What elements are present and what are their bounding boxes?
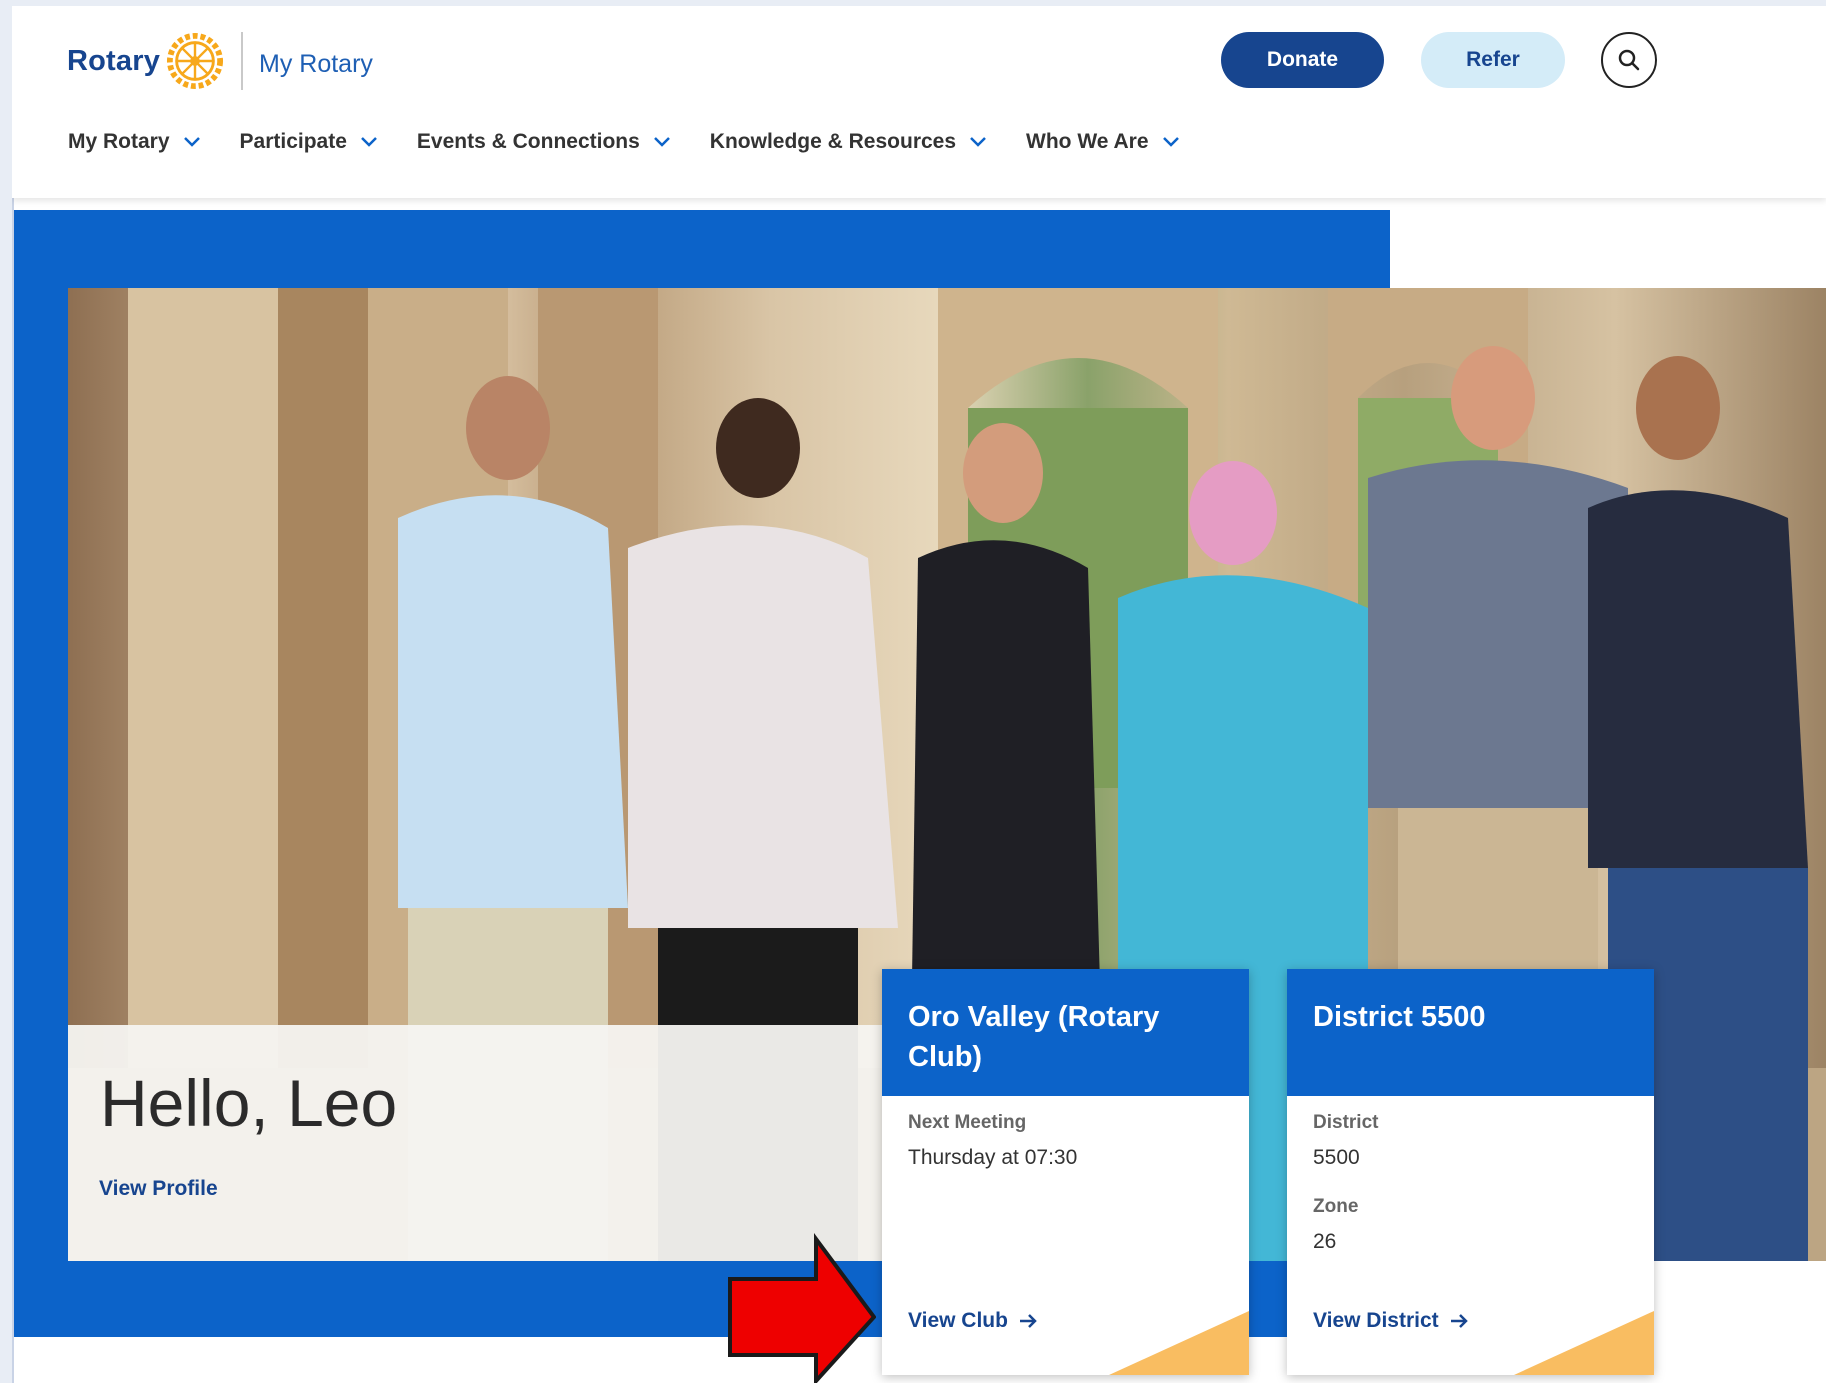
club-card-title: Oro Valley (Rotary Club) [882,969,1249,1096]
nav-item-my-rotary[interactable]: My Rotary [68,130,202,154]
search-button[interactable] [1601,32,1657,88]
logo-text: Rotary [67,44,161,77]
chevron-down-icon [361,137,377,147]
nav-item-events-connections[interactable]: Events & Connections [417,130,672,154]
arrow-right-icon [1450,1314,1468,1328]
annotation-arrow-icon [728,1233,876,1383]
card-corner-accent [1514,1311,1654,1375]
greeting-card: Hello, Leo View Profile [68,1025,904,1261]
view-club-link[interactable]: View Club [908,1309,1038,1333]
view-district-label: View District [1313,1309,1439,1332]
main-nav: My Rotary Participate Events & Connectio… [68,130,1219,154]
arrow-right-icon [1019,1314,1037,1328]
nav-label: My Rotary [68,130,170,153]
next-meeting-value: Thursday at 07:30 [908,1146,1078,1169]
zone-value: 26 [1313,1230,1337,1253]
greeting-heading: Hello, Leo [100,1066,398,1140]
rotary-logo[interactable]: Rotary [67,32,224,90]
district-value: 5500 [1313,1146,1360,1169]
card-corner-accent [1109,1311,1249,1375]
club-card: Oro Valley (Rotary Club) Next Meeting Th… [882,969,1249,1375]
chevron-down-icon [183,137,200,147]
site-header: Rotary My Rotary Donate Refer My Rotary … [12,6,1826,198]
nav-label: Who We Are [1026,130,1149,153]
nav-item-participate[interactable]: Participate [240,130,379,154]
site-name[interactable]: My Rotary [259,50,373,79]
district-card: District 5500 District 5500 Zone 26 View… [1287,969,1654,1375]
nav-label: Events & Connections [416,130,640,153]
nav-item-knowledge-resources[interactable]: Knowledge & Resources [710,130,988,154]
refer-button[interactable]: Refer [1421,32,1565,88]
view-district-link[interactable]: View District [1313,1309,1469,1333]
chevron-down-icon [653,137,670,147]
district-label: District [1313,1112,1379,1133]
nav-item-who-we-are[interactable]: Who We Are [1026,130,1181,154]
chevron-down-icon [1162,137,1179,147]
view-profile-link[interactable]: View Profile [99,1177,218,1201]
next-meeting-label: Next Meeting [908,1112,1027,1133]
donate-button[interactable]: Donate [1221,32,1384,88]
nav-label: Participate [239,130,347,153]
logo-divider [241,32,243,90]
nav-label: Knowledge & Resources [709,130,957,153]
search-icon [1618,49,1640,71]
view-club-label: View Club [908,1309,1008,1332]
zone-label: Zone [1313,1196,1359,1217]
rotary-wheel-icon [167,32,224,90]
chevron-down-icon [970,137,986,147]
district-card-title: District 5500 [1287,969,1654,1096]
page: Rotary My Rotary Donate Refer My Rotary … [12,6,1826,1383]
